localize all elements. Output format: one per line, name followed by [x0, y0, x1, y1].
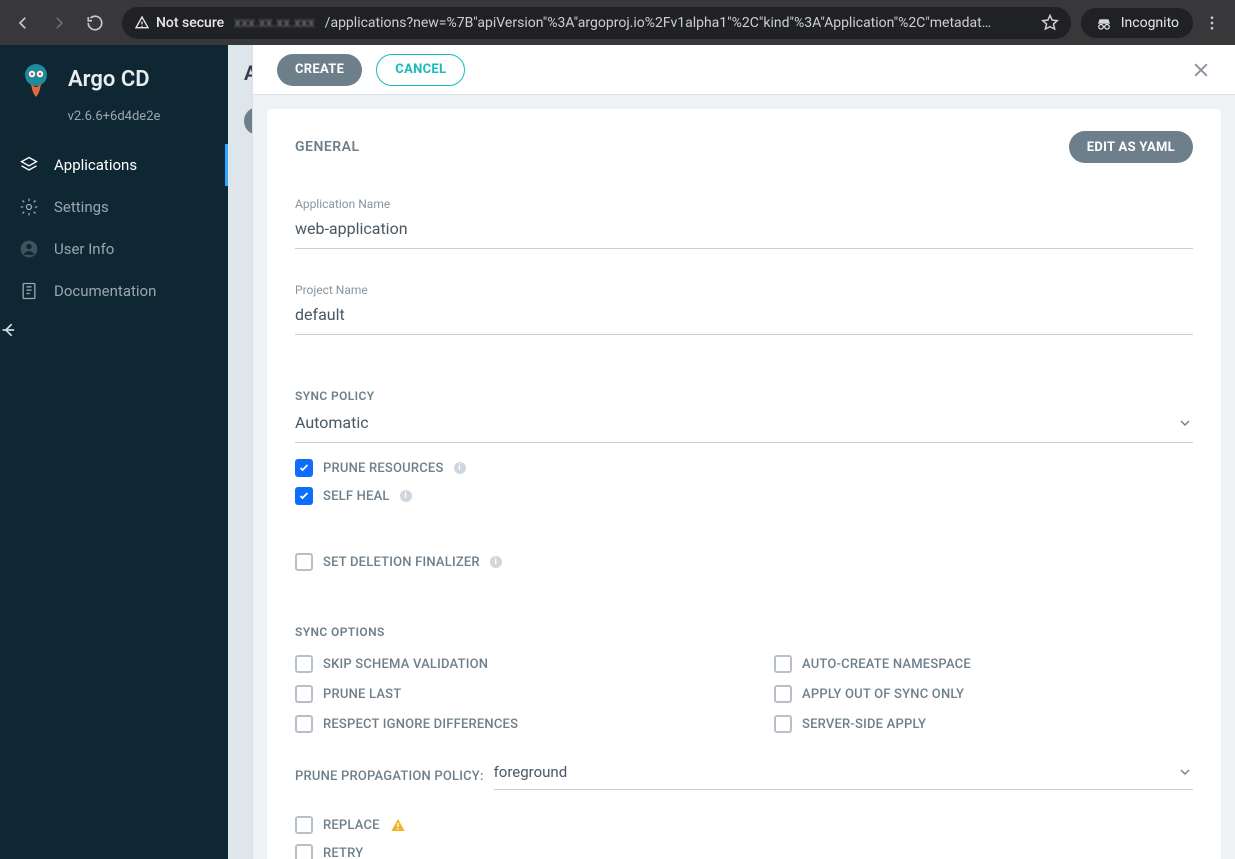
sidebar-item-settings[interactable]: Settings — [0, 186, 228, 228]
collapse-sidebar-button[interactable] — [0, 320, 228, 340]
sidebar-item-label: User Info — [54, 240, 114, 258]
panel-header: CREATE CANCEL — [253, 45, 1235, 95]
checkbox-off-icon — [295, 685, 313, 703]
form-card: GENERAL EDIT AS YAML Application Name we… — [267, 109, 1221, 859]
section-sync-policy-title: SYNC POLICY — [295, 389, 1193, 403]
prune-propagation-row: PRUNE PROPAGATION POLICY: foreground — [295, 763, 1193, 790]
panel-body[interactable]: GENERAL EDIT AS YAML Application Name we… — [253, 95, 1235, 859]
sidebar-item-applications[interactable]: Applications — [0, 144, 228, 186]
checkbox-off-icon — [295, 715, 313, 733]
sidebar-nav: Applications Settings User Info Document… — [0, 144, 228, 312]
book-icon — [18, 280, 40, 302]
info-icon[interactable]: i — [400, 490, 412, 502]
incognito-icon — [1095, 14, 1113, 32]
incognito-chip[interactable]: Incognito — [1081, 8, 1193, 38]
gear-icon — [18, 196, 40, 218]
layers-icon — [18, 154, 40, 176]
checkbox-prune-resources[interactable]: PRUNE RESOURCES i — [295, 459, 1193, 477]
user-icon — [18, 238, 40, 260]
checkbox-retry[interactable]: RETRY — [295, 844, 1193, 859]
close-icon[interactable] — [1191, 60, 1211, 80]
prune-propagation-label: PRUNE PROPAGATION POLICY: — [295, 769, 484, 784]
field-project-name: Project Name default — [295, 283, 1193, 335]
checkbox-set-deletion-finalizer[interactable]: SET DELETION FINALIZER i — [295, 553, 1193, 571]
checkbox-off-icon — [774, 655, 792, 673]
checkbox-server-side-apply[interactable]: SERVER-SIDE APPLY — [774, 715, 1193, 733]
browser-chrome: Not secure xxx.xx.xx.xxx /applications?n… — [0, 0, 1235, 45]
create-button[interactable]: CREATE — [277, 54, 362, 86]
sidebar-item-label: Settings — [54, 198, 109, 216]
checkbox-off-icon — [295, 844, 313, 859]
checkbox-off-icon — [295, 553, 313, 571]
field-application-name: Application Name web-application — [295, 197, 1193, 249]
field-label: Application Name — [295, 197, 1193, 211]
main-area: A CREATE CANCEL GENERAL EDIT AS YAML — [228, 45, 1235, 859]
project-name-input[interactable]: default — [295, 301, 1193, 335]
browser-url-bar[interactable]: Not secure xxx.xx.xx.xxx /applications?n… — [122, 7, 1071, 39]
prune-propagation-select[interactable]: foreground — [494, 763, 1193, 790]
browser-back-button[interactable] — [6, 6, 40, 40]
bookmark-star-icon[interactable] — [1041, 14, 1059, 32]
brand: Argo CD — [0, 57, 228, 103]
info-icon[interactable]: i — [490, 556, 502, 568]
section-sync-options-title: SYNC OPTIONS — [295, 625, 1193, 639]
argo-logo-icon — [18, 61, 54, 97]
info-icon[interactable]: i — [454, 462, 466, 474]
checkbox-respect-ignore-differences[interactable]: RESPECT IGNORE DIFFERENCES — [295, 715, 714, 733]
chevron-down-icon — [1177, 415, 1193, 431]
browser-forward-button[interactable] — [42, 6, 76, 40]
warning-icon — [390, 817, 406, 833]
cancel-button[interactable]: CANCEL — [376, 54, 465, 86]
field-label: Project Name — [295, 283, 1193, 297]
sync-policy-select[interactable]: Automatic — [295, 409, 1193, 443]
section-general-title: GENERAL — [295, 139, 360, 155]
checkbox-off-icon — [295, 655, 313, 673]
sidebar-item-user-info[interactable]: User Info — [0, 228, 228, 270]
checkbox-prune-last[interactable]: PRUNE LAST — [295, 685, 714, 703]
checkbox-replace[interactable]: REPLACE — [295, 816, 1193, 834]
checkbox-on-icon — [295, 459, 313, 477]
checkbox-on-icon — [295, 487, 313, 505]
checkbox-skip-schema-validation[interactable]: SKIP SCHEMA VALIDATION — [295, 655, 714, 673]
checkbox-off-icon — [774, 715, 792, 733]
checkbox-auto-create-namespace[interactable]: AUTO-CREATE NAMESPACE — [774, 655, 1193, 673]
sidebar-item-label: Applications — [54, 156, 137, 174]
sidebar: Argo CD v2.6.6+6d4de2e Applications Sett… — [0, 45, 228, 859]
sidebar-item-documentation[interactable]: Documentation — [0, 270, 228, 312]
browser-reload-button[interactable] — [78, 6, 112, 40]
version-text: v2.6.6+6d4de2e — [0, 103, 228, 144]
sidebar-item-label: Documentation — [54, 282, 156, 300]
edit-as-yaml-button[interactable]: EDIT AS YAML — [1069, 131, 1193, 163]
application-name-input[interactable]: web-application — [295, 215, 1193, 249]
chevron-down-icon — [1177, 764, 1193, 780]
checkbox-off-icon — [295, 816, 313, 834]
checkbox-off-icon — [774, 685, 792, 703]
checkbox-apply-out-of-sync-only[interactable]: APPLY OUT OF SYNC ONLY — [774, 685, 1193, 703]
create-application-panel: CREATE CANCEL GENERAL EDIT AS YAML Appli… — [252, 45, 1235, 859]
url-path: /applications?new=%7B"apiVersion"%3A"arg… — [325, 15, 1031, 31]
brand-title: Argo CD — [68, 67, 150, 92]
browser-menu-button[interactable] — [1195, 6, 1229, 40]
checkbox-self-heal[interactable]: SELF HEAL i — [295, 487, 1193, 505]
not-secure-chip: Not secure — [134, 15, 224, 31]
url-host-blurred: xxx.xx.xx.xxx — [234, 15, 315, 31]
